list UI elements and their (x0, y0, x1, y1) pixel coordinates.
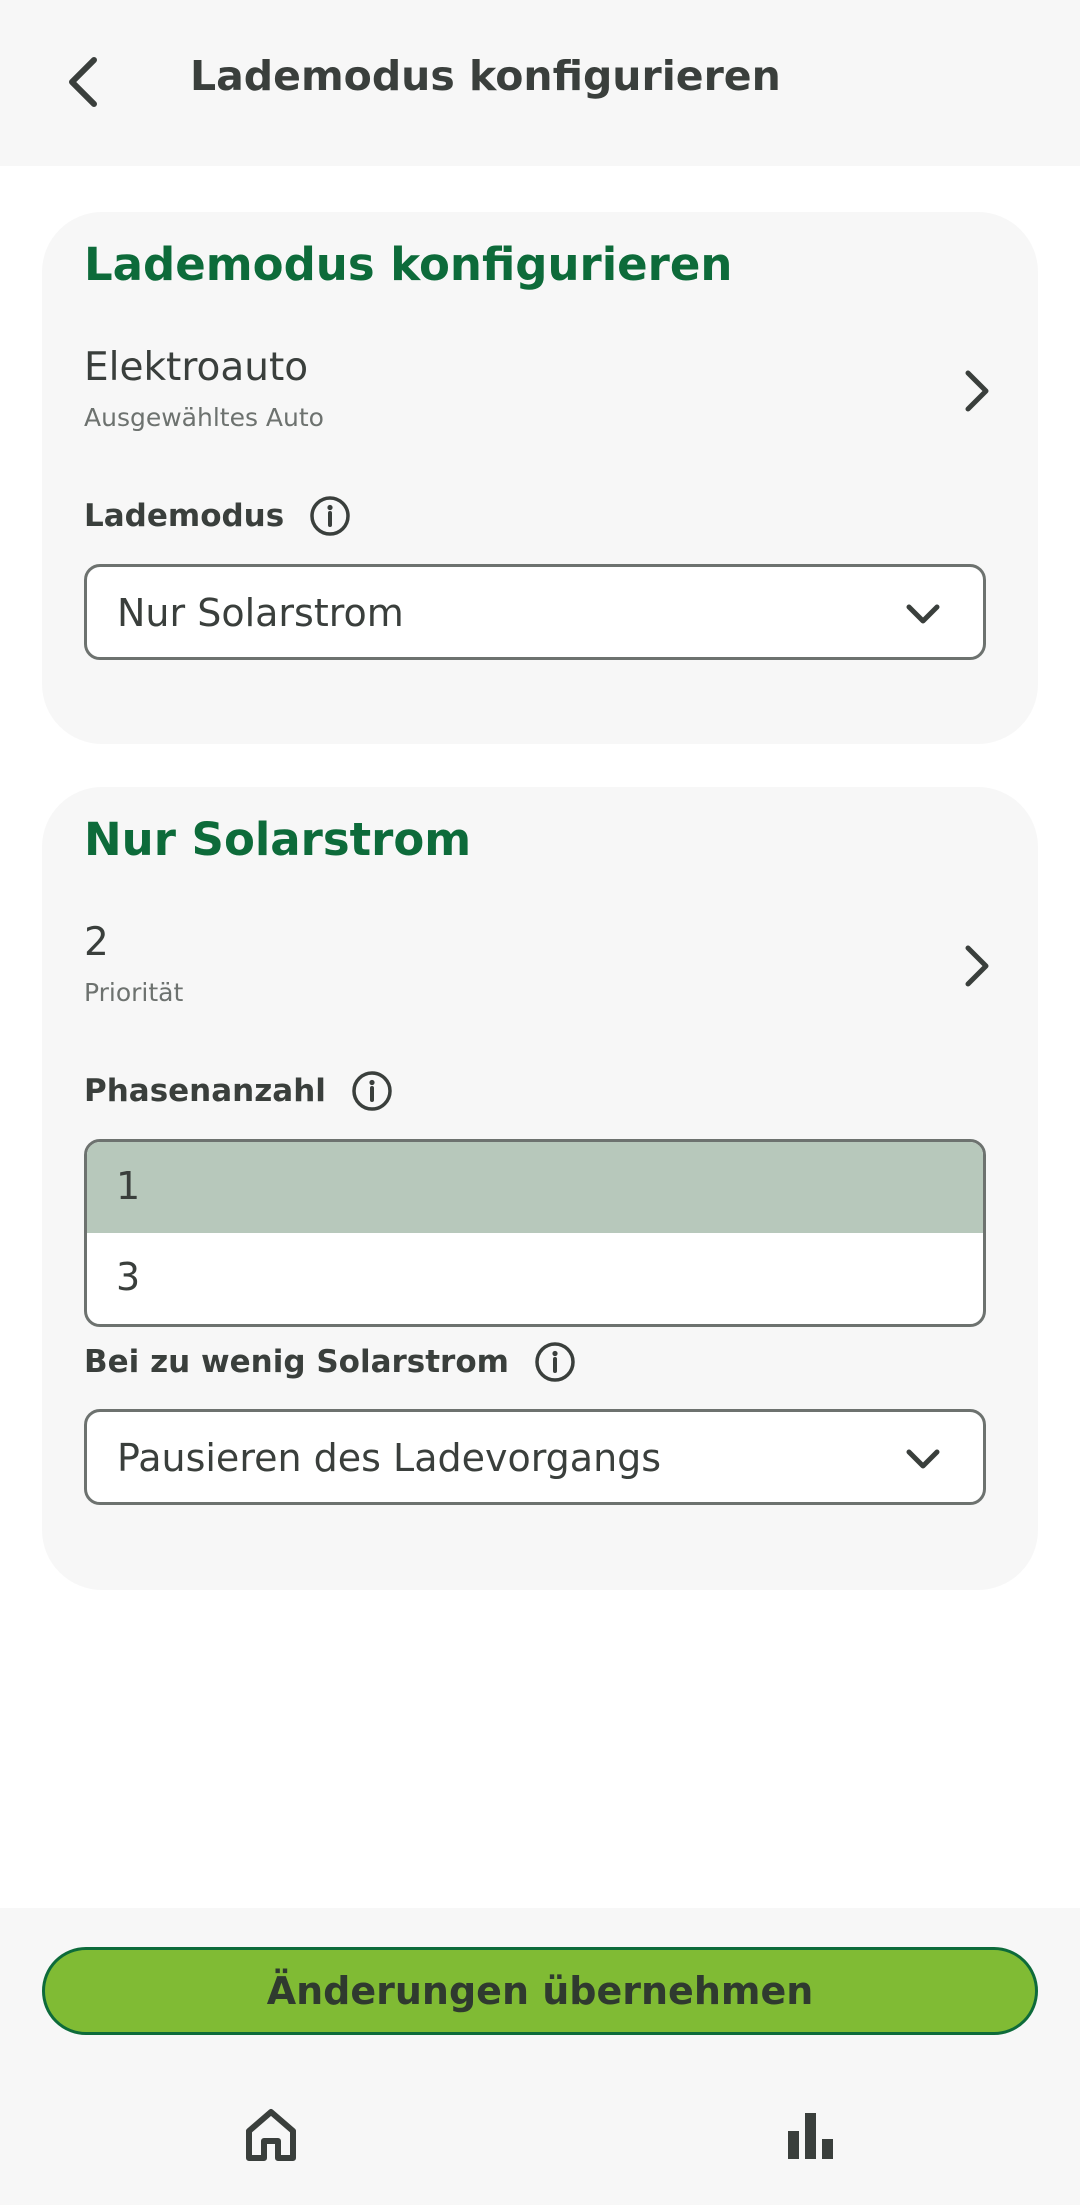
config-card-title: Lademodus konfigurieren (84, 238, 733, 291)
phase-option-label: 1 (116, 1164, 141, 1208)
selected-car-row[interactable]: Elektroauto Ausgewähltes Auto (84, 345, 996, 445)
chevron-right-icon (965, 370, 989, 412)
solar-mode-card-title: Nur Solarstrom (84, 813, 472, 866)
phase-count-options: 1 3 (84, 1139, 986, 1327)
phase-option-3[interactable]: 3 (87, 1233, 983, 1324)
phase-count-label-row: Phasenanzahl (84, 1069, 394, 1113)
chevron-down-icon (906, 1449, 940, 1469)
app-root: Lademodus konfigurieren Lademodus konfig… (0, 0, 1080, 2205)
bottom-area: Änderungen übernehmen (0, 1908, 1080, 2205)
page-title: Lademodus konfigurieren (190, 52, 781, 100)
priority-label: Priorität (84, 978, 184, 1007)
back-arrow-icon (69, 57, 97, 107)
charging-mode-select-value: Nur Solarstrom (117, 591, 404, 635)
bar-chart-icon (788, 2113, 833, 2159)
selected-car-value: Elektroauto (84, 345, 309, 390)
chevron-down-icon (906, 604, 940, 624)
charging-mode-label: Lademodus (84, 498, 285, 534)
info-icon[interactable] (533, 1340, 577, 1384)
home-icon (246, 2109, 296, 2161)
config-card: Lademodus konfigurieren Elektroauto Ausg… (42, 212, 1038, 744)
info-icon[interactable] (308, 494, 352, 538)
low-solar-label-row: Bei zu wenig Solarstrom (84, 1340, 577, 1384)
priority-row[interactable]: 2 Priorität (84, 920, 996, 1020)
apply-changes-label: Änderungen übernehmen (266, 1969, 814, 2013)
low-solar-label: Bei zu wenig Solarstrom (84, 1344, 509, 1380)
chevron-right-icon (965, 945, 989, 987)
charging-mode-select[interactable]: Nur Solarstrom (84, 564, 986, 660)
solar-mode-card: Nur Solarstrom 2 Priorität Phasenanzahl … (42, 787, 1038, 1590)
phase-option-1[interactable]: 1 (87, 1142, 983, 1233)
phase-count-label: Phasenanzahl (84, 1073, 326, 1109)
home-nav-button[interactable] (236, 2100, 306, 2170)
back-button[interactable] (44, 40, 124, 124)
priority-value: 2 (84, 920, 109, 965)
charging-mode-label-row: Lademodus (84, 494, 352, 538)
apply-changes-button[interactable]: Änderungen übernehmen (42, 1947, 1038, 2035)
statistics-nav-button[interactable] (776, 2100, 846, 2170)
top-app-bar: Lademodus konfigurieren (0, 0, 1080, 166)
selected-car-label: Ausgewähltes Auto (84, 403, 324, 432)
info-icon[interactable] (350, 1069, 394, 1113)
low-solar-select-value: Pausieren des Ladevorgangs (117, 1436, 662, 1480)
phase-option-label: 3 (116, 1255, 141, 1299)
low-solar-select[interactable]: Pausieren des Ladevorgangs (84, 1409, 986, 1505)
